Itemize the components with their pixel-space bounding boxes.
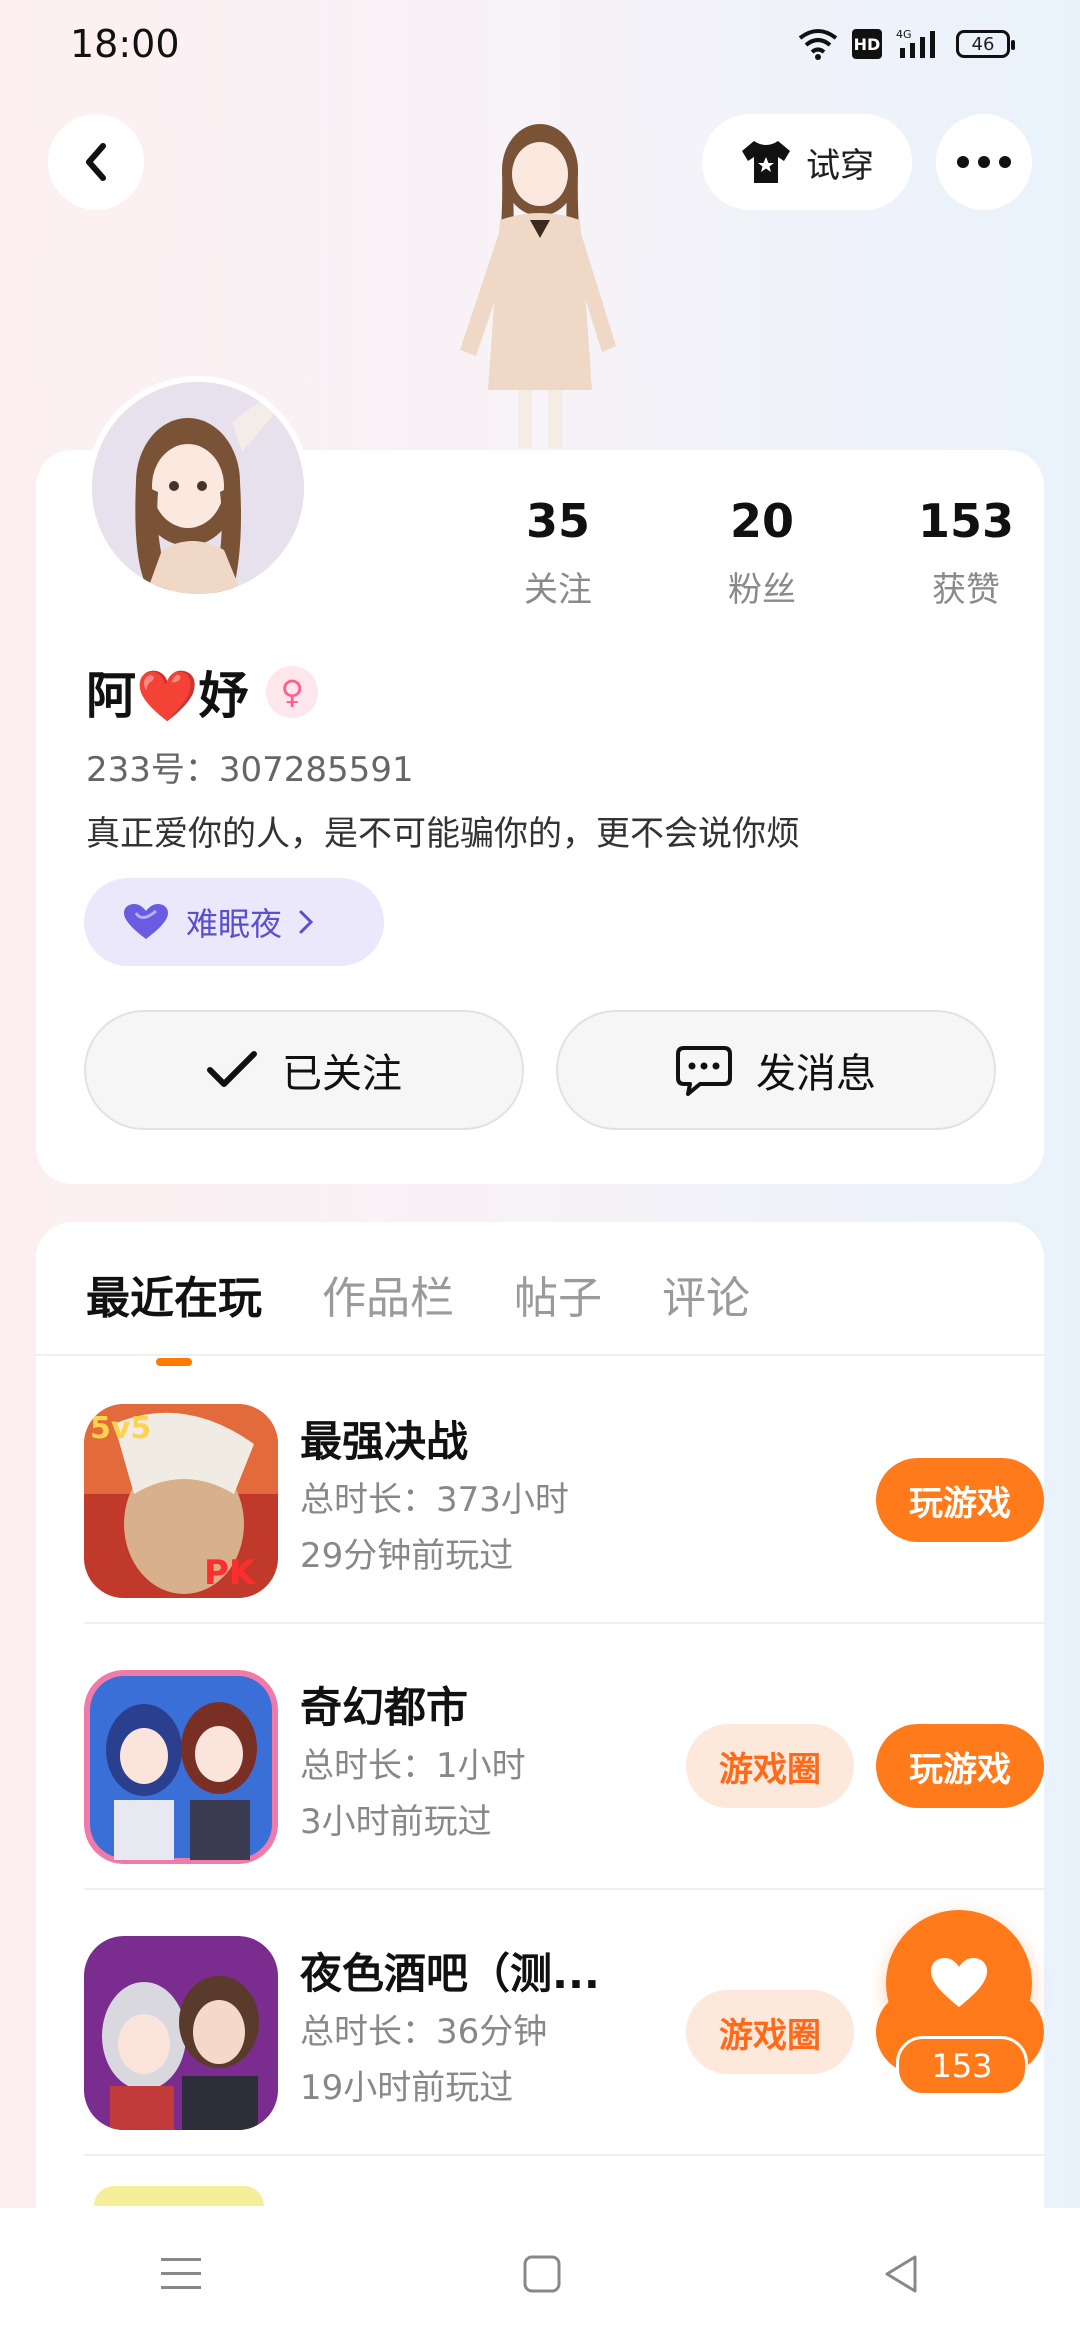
floating-like-count: 153	[896, 2036, 1028, 2096]
signal-icon: 4G	[896, 28, 935, 58]
game-icon[interactable]: 5v5 PK	[84, 1404, 278, 1598]
stat-fans[interactable]: 20 粉丝	[660, 494, 864, 611]
send-message-label: 发消息	[756, 1051, 876, 1097]
mood-tag[interactable]: 难眠夜	[84, 878, 384, 966]
user-name-part1: 阿	[86, 667, 136, 725]
tab-divider	[36, 1354, 1044, 1356]
tab-posts[interactable]: 帖子	[514, 1262, 602, 1326]
more-button[interactable]	[936, 114, 1032, 210]
svg-text:4G: 4G	[896, 28, 912, 41]
play-game-button[interactable]: 玩游戏	[876, 1724, 1044, 1808]
back-triangle-icon[interactable]	[883, 2254, 919, 2294]
game-last-played: 19小时前玩过	[300, 2068, 514, 2108]
send-message-button[interactable]: 发消息	[556, 1010, 996, 1130]
stat-fans-count: 20	[729, 494, 794, 548]
avatar[interactable]	[86, 376, 310, 600]
svg-text:PK: PK	[204, 1553, 257, 1593]
back-button[interactable]	[48, 114, 144, 210]
game-icon-image: 5v5 PK	[84, 1404, 278, 1598]
try-on-label: 试穿	[806, 145, 874, 186]
game-circle-button[interactable]: 游戏圈	[686, 1990, 854, 2074]
game-last-played: 29分钟前玩过	[300, 1536, 514, 1576]
heart-icon	[931, 1958, 987, 2007]
game-icon-image	[84, 1670, 278, 1864]
shirt-icon	[742, 141, 790, 183]
menu-icon[interactable]	[161, 2256, 201, 2292]
game-title: 夜色酒吧（测...	[300, 1949, 600, 1998]
stat-likes-label: 获赞	[932, 570, 1000, 610]
row-divider	[84, 2154, 1044, 2156]
game-icon[interactable]	[84, 1670, 278, 1864]
name-row: 阿❤️妤 ♀	[86, 656, 319, 728]
check-icon	[207, 1051, 257, 1087]
avatar-image	[92, 382, 304, 594]
try-on-button[interactable]: 试穿	[702, 114, 912, 210]
tab-comments[interactable]: 评论	[662, 1262, 750, 1326]
floating-like-button[interactable]	[886, 1910, 1032, 2056]
chevron-left-icon	[86, 143, 106, 181]
mood-label: 难眠夜	[186, 905, 283, 943]
game-duration: 总时长：373小时	[300, 1480, 569, 1520]
avatar-3d-figure	[460, 124, 616, 448]
more-dots-icon	[957, 156, 1011, 168]
stat-following-count: 35	[525, 494, 590, 548]
purple-heart-icon	[124, 904, 168, 939]
game-title: 奇幻都市	[300, 1683, 469, 1732]
play-game-button[interactable]: 玩游戏	[876, 1458, 1044, 1542]
stat-likes-count: 153	[917, 494, 1015, 548]
user-id: 233号：307285591	[86, 750, 414, 790]
status-icons: HD 4G 46	[798, 28, 1015, 60]
game-icon-image	[84, 1936, 278, 2130]
game-icon[interactable]	[84, 1936, 278, 2130]
home-icon[interactable]	[523, 2255, 561, 2293]
game-row[interactable]: 奇幻都市 总时长：1小时 3小时前玩过 游戏圈 玩游戏	[84, 1624, 1044, 1890]
system-nav-bar	[0, 2208, 1080, 2340]
user-name-heart: ❤️	[136, 667, 199, 725]
user-name: 阿❤️妤	[86, 656, 248, 728]
battery-icon: 46	[956, 30, 1015, 58]
game-circle-button[interactable]: 游戏圈	[686, 1724, 854, 1808]
game-row[interactable]: 5v5 PK 最强决战 总时长：373小时 29分钟前玩过 玩游戏	[84, 1358, 1044, 1624]
stat-likes[interactable]: 153 获赞	[864, 494, 1068, 611]
game-title: 最强决战	[300, 1417, 469, 1466]
game-last-played: 3小时前玩过	[300, 1802, 492, 1842]
profile-tabs: 最近在玩 作品栏 帖子 评论	[86, 1262, 750, 1326]
followed-label: 已关注	[282, 1051, 402, 1097]
stat-fans-label: 粉丝	[728, 570, 796, 610]
game-duration: 总时长：1小时	[300, 1746, 526, 1786]
game-duration: 总时长：36分钟	[300, 2012, 548, 2052]
chevron-right-icon	[299, 910, 314, 934]
female-icon: ♀	[266, 666, 319, 718]
tab-recently-played[interactable]: 最近在玩	[86, 1262, 262, 1326]
svg-text:5v5: 5v5	[90, 1411, 151, 1446]
stat-following[interactable]: 35 关注	[456, 494, 660, 611]
profile-stats: 35 关注 20 粉丝 153 获赞	[456, 494, 1068, 611]
profile-card: 35 关注 20 粉丝 153 获赞 阿❤️妤 ♀ 233号：307285591…	[36, 376, 1044, 1184]
stat-following-label: 关注	[524, 570, 592, 610]
status-time: 18:00	[70, 22, 180, 66]
user-name-part2: 妤	[198, 667, 249, 725]
game-icon-partial	[94, 2186, 264, 2206]
wifi-icon	[798, 29, 838, 60]
tab-works[interactable]: 作品栏	[322, 1262, 454, 1326]
followed-button[interactable]: 已关注	[84, 1010, 524, 1130]
chat-bubble-icon	[676, 1046, 732, 1096]
status-bar: 18:00 HD 4G 46	[0, 0, 1080, 100]
content-card: 最近在玩 作品栏 帖子 评论 5v5 PK 最强决战 总时长：373小时 29分…	[36, 1222, 1044, 2340]
user-bio: 真正爱你的人，是不可能骗你的，更不会说你烦	[86, 814, 800, 854]
hd-icon: HD	[852, 29, 882, 59]
